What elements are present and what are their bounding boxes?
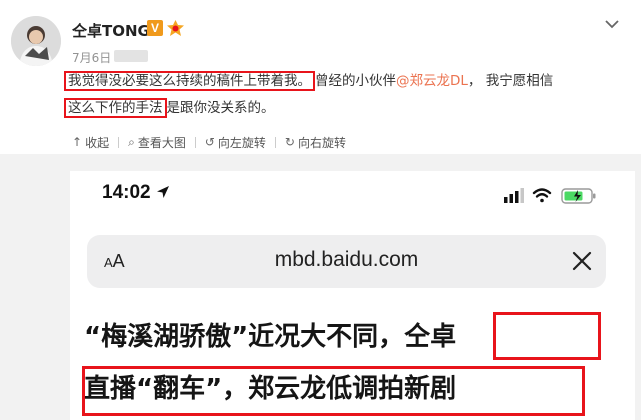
divider xyxy=(274,136,276,148)
post-text: 我觉得没必要这么持续的稿件上带着我。 曾经的小伙伴@郑云龙DL， 我宁愿相信 这么… xyxy=(64,68,628,122)
rotate-right-label: 向右旋转 xyxy=(297,135,346,150)
highlighted-sentence-1: 我觉得没必要这么持续的稿件上带着我。 xyxy=(64,71,315,91)
view-large-button[interactable]: ⌕ 查看大图 xyxy=(128,134,186,151)
highlight-box-name xyxy=(493,312,601,360)
collapse-up-icon: ↑ xyxy=(72,135,83,149)
divider xyxy=(118,136,120,148)
signal-icon xyxy=(504,188,524,203)
rotate-left-label: 向左旋转 xyxy=(217,135,266,150)
post-text-segment: 是跟你没关系的。 xyxy=(166,100,275,116)
divider xyxy=(194,136,196,148)
browser-address-bar[interactable]: AA mbd.baidu.com xyxy=(87,235,606,288)
status-time: 14:02 xyxy=(102,182,170,204)
battery-charging-icon xyxy=(561,188,596,204)
rotate-left-button[interactable]: ↺ 向左旋转 xyxy=(205,134,266,151)
fan-badge-icon[interactable] xyxy=(166,19,185,37)
location-arrow-icon xyxy=(156,186,169,198)
rotate-right-icon: ↻ xyxy=(284,135,295,149)
post-text-segment: ， 我宁愿相信 xyxy=(467,73,554,89)
url-text: mbd.baidu.com xyxy=(274,248,419,271)
image-toolbar: ↑ 收起 ⌕ 查看大图 ↺ 向左旋转 ↻ 向右旋转 xyxy=(72,132,346,152)
close-icon[interactable] xyxy=(571,250,593,272)
highlighted-sentence-2: 这么下作的手法 xyxy=(64,98,167,118)
post-image[interactable]: 14:02 AA mbd.baidu.com “梅溪湖骄傲”近况大不同，仝卓 直… xyxy=(70,171,635,420)
rotate-left-icon: ↺ xyxy=(204,135,215,149)
chevron-down-icon[interactable] xyxy=(603,16,621,30)
post-text-segment: 曾经的小伙伴 xyxy=(315,73,396,89)
rotate-right-button[interactable]: ↻ 向右旋转 xyxy=(285,134,346,151)
magnifier-icon: ⌕ xyxy=(128,134,135,149)
status-icons xyxy=(504,186,599,206)
blurred-time xyxy=(114,50,148,62)
username-link[interactable]: 仝卓TONG xyxy=(72,20,150,41)
status-time-text: 14:02 xyxy=(102,182,151,203)
view-large-label: 查看大图 xyxy=(137,135,186,150)
wifi-icon xyxy=(532,188,552,203)
collapse-button[interactable]: ↑ 收起 xyxy=(72,134,109,151)
verified-badge-icon[interactable]: V xyxy=(147,20,163,36)
highlight-box-line2 xyxy=(82,366,585,416)
mention-link[interactable]: @郑云龙DL xyxy=(396,73,468,89)
post-date[interactable]: 7月6日 xyxy=(72,49,111,66)
collapse-label: 收起 xyxy=(85,135,110,150)
avatar[interactable] xyxy=(11,16,61,66)
